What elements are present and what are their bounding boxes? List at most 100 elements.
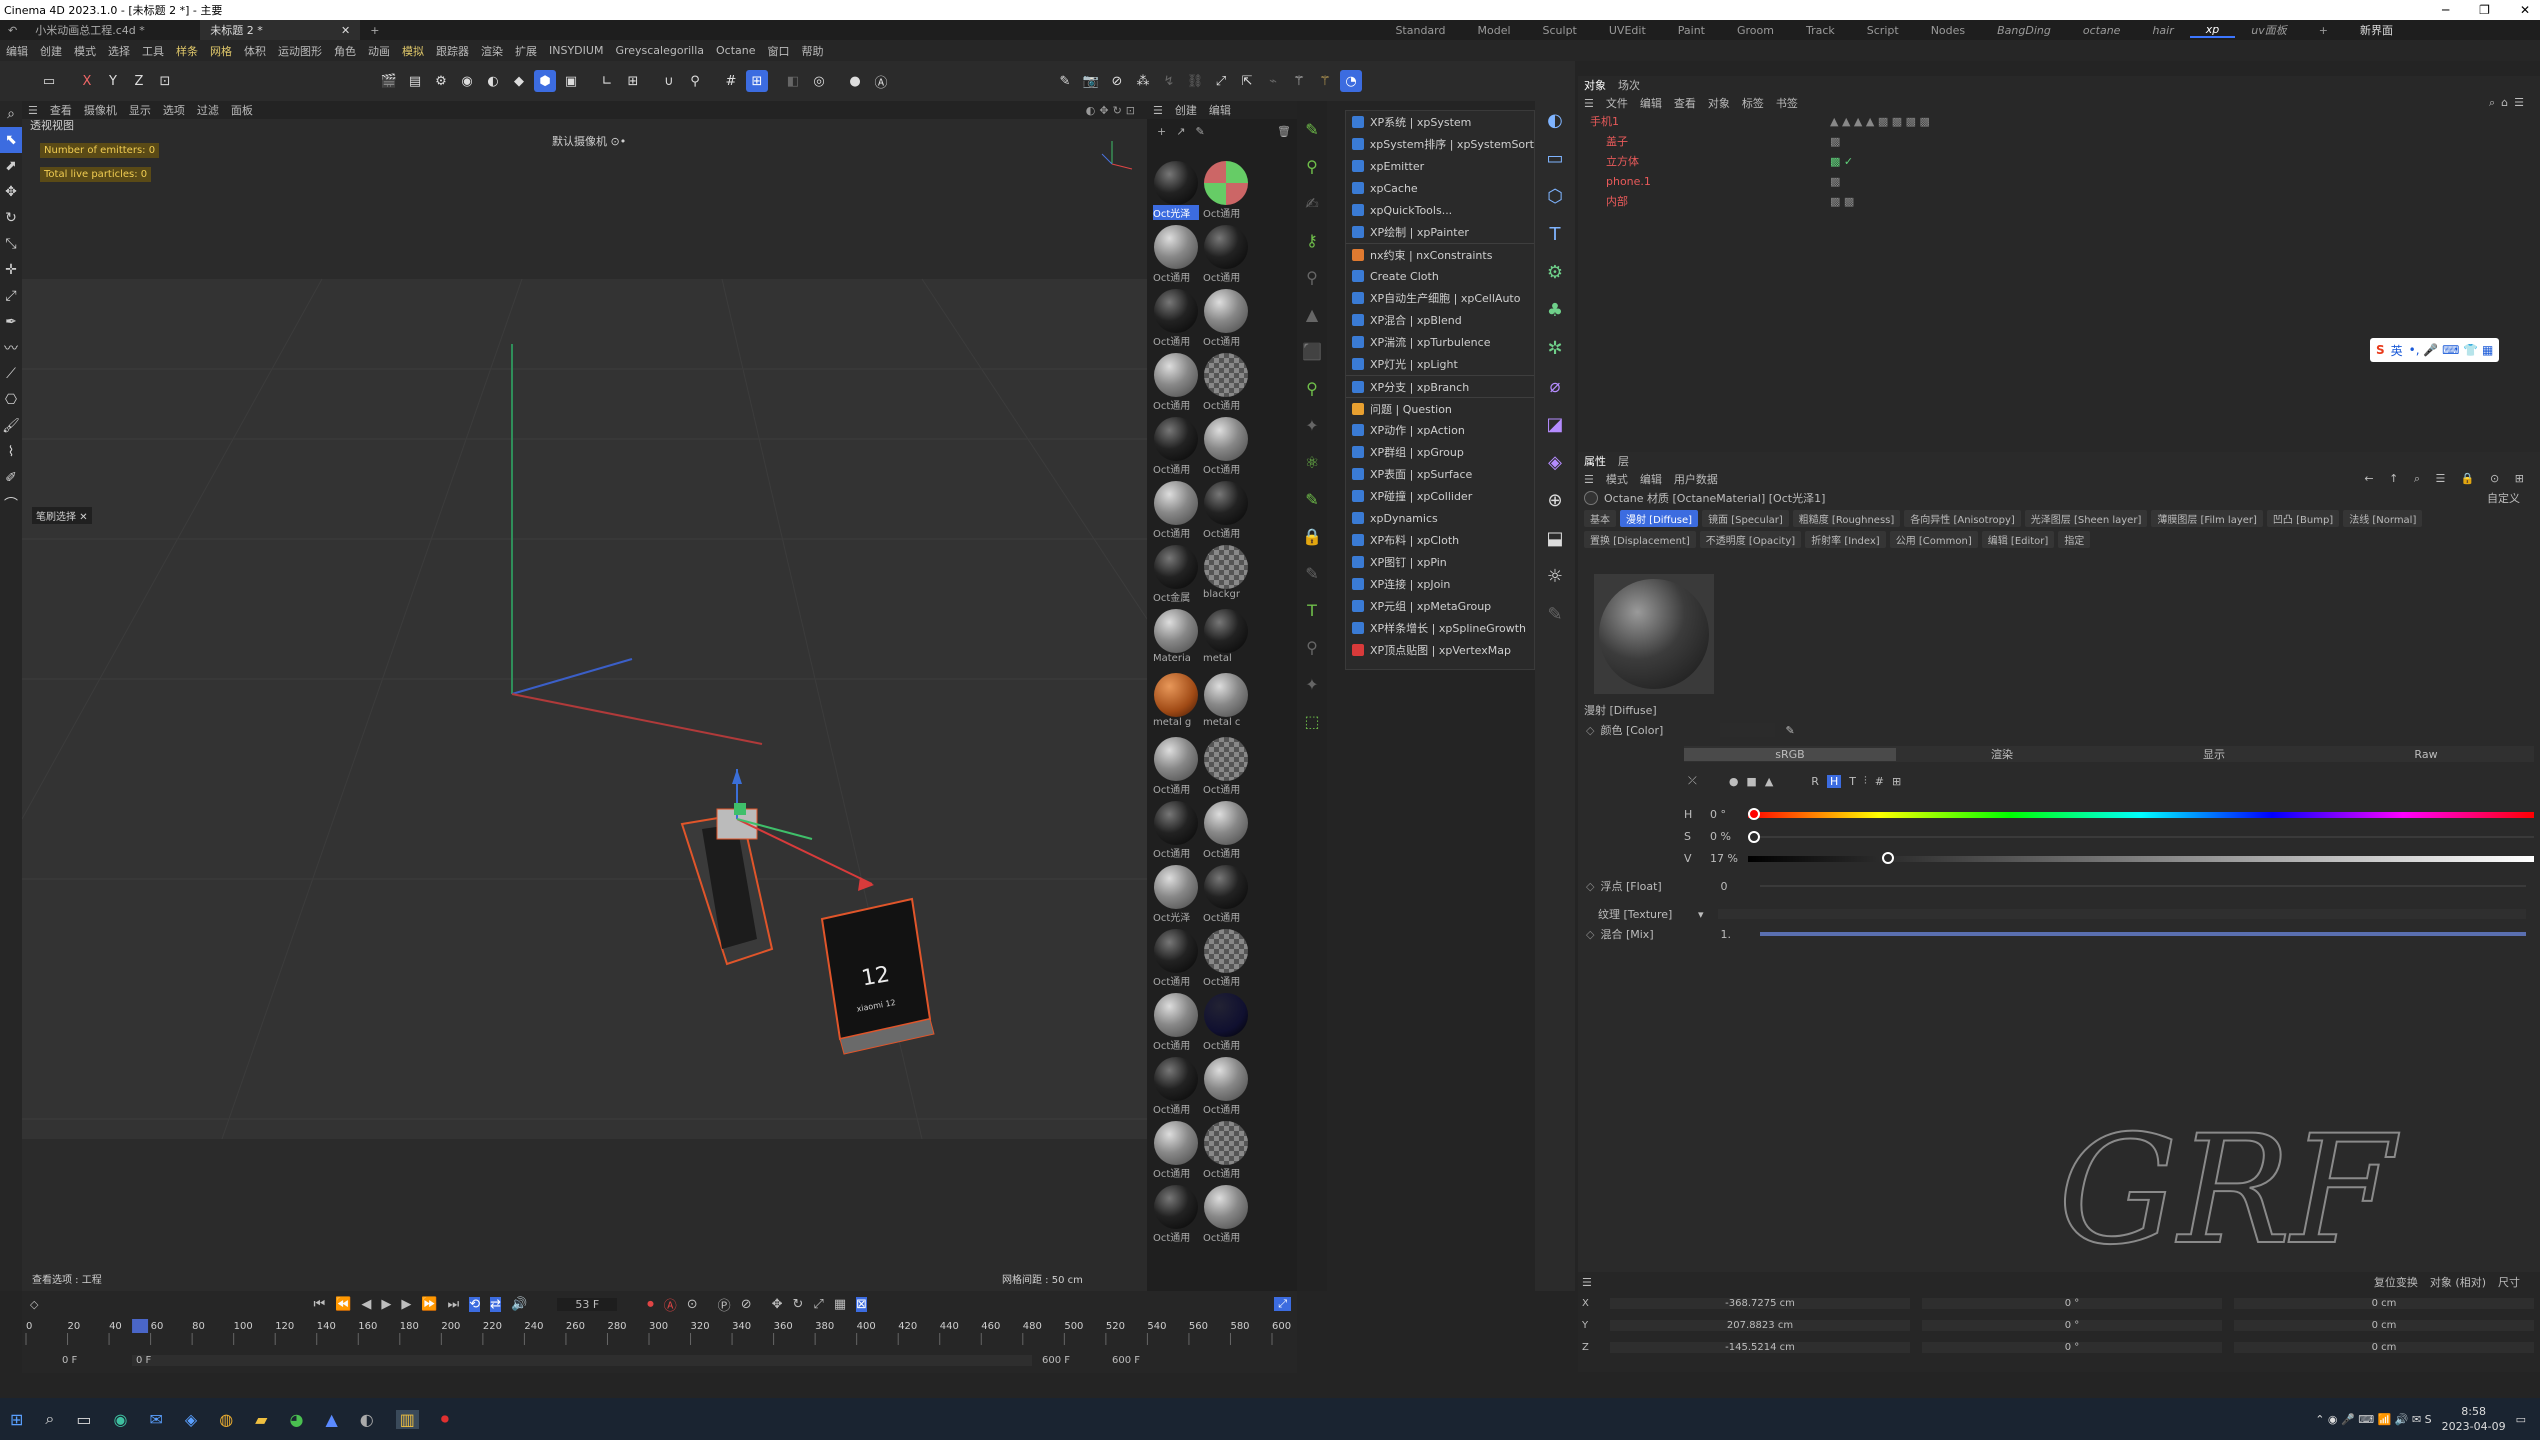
hue-value[interactable]: 0 ° xyxy=(1698,808,1748,821)
viewport-menu-item[interactable]: 过滤 xyxy=(191,102,225,118)
pen-icon[interactable]: ✒ xyxy=(0,309,22,335)
move-axis-icon[interactable]: ✛ xyxy=(0,257,22,283)
search-icon[interactable]: ⌕ xyxy=(0,101,22,127)
tab-attributes[interactable]: 属性 xyxy=(1578,453,1612,469)
task-view-icon[interactable]: ▭ xyxy=(76,1410,91,1429)
menu-item[interactable]: 动画 xyxy=(362,43,396,59)
menu-item[interactable]: 模拟 xyxy=(396,43,430,59)
time-ruler[interactable]: 0 20 40 60 80 100 120 140 160 180 200 220 240 260 280 3… xyxy=(22,1317,1297,1349)
undo-icon[interactable]: ↶ xyxy=(0,20,25,40)
camera-icon[interactable]: 📷 xyxy=(1080,70,1102,92)
menu-item[interactable]: 创建 xyxy=(34,43,68,59)
material-menu-icon[interactable]: ☰ xyxy=(1147,104,1169,117)
object-tags[interactable]: ▩ ▩ xyxy=(1830,192,1854,212)
mix-value[interactable]: 1. xyxy=(1720,928,1760,941)
model-mode-icon[interactable]: ◉ xyxy=(456,70,478,92)
a-icon[interactable]: Ⓐ xyxy=(870,70,892,92)
color-mode-srgb[interactable]: sRGB xyxy=(1684,747,1896,761)
coord-rot[interactable]: 0 ° xyxy=(1922,1341,2222,1353)
wheel-icon[interactable]: ● xyxy=(1729,775,1739,788)
scale-axis-icon[interactable]: ⤢ xyxy=(0,283,22,309)
eyedropper-icon[interactable]: ✎ xyxy=(1785,724,1794,737)
material-swatch[interactable]: Oct金属 xyxy=(1153,545,1199,607)
object-menu-item[interactable]: 查看 xyxy=(1668,95,1702,111)
material-swatch[interactable]: Oct通用 xyxy=(1153,929,1199,991)
viewport-nav-icons[interactable]: ◐✥↻⊡ xyxy=(1086,104,1147,117)
layout-script[interactable]: Script xyxy=(1851,24,1915,37)
reset-transform-button[interactable]: 复位变换 xyxy=(2368,1274,2424,1290)
material-preview[interactable] xyxy=(1594,574,1714,694)
sound-icon[interactable]: 🔊 xyxy=(511,1297,527,1312)
layout-standard[interactable]: Standard xyxy=(1379,24,1461,37)
object-tags[interactable]: ▩ xyxy=(1830,132,1840,152)
tab-anisotropy[interactable]: 各向异性 [Anisotropy] xyxy=(1904,510,2021,527)
tab-assign[interactable]: 指定 xyxy=(2058,531,2091,548)
add-tab-icon[interactable]: + xyxy=(360,20,389,40)
menu-item[interactable]: 选择 xyxy=(102,43,136,59)
menu-item[interactable]: 体积 xyxy=(238,43,272,59)
minimize-button[interactable]: ─ xyxy=(2442,3,2449,17)
arrow-icon[interactable]: ↯ xyxy=(1158,70,1180,92)
current-frame-field[interactable]: 53 F xyxy=(557,1297,618,1311)
layout-hair[interactable]: hair xyxy=(2136,24,2189,37)
close-tab-icon[interactable]: ✕ xyxy=(341,24,350,37)
chrome-icon[interactable]: ◍ xyxy=(219,1410,233,1429)
object-menu-item[interactable]: 标签 xyxy=(1736,95,1770,111)
object-row[interactable]: 手机1 ▲ ▲ ▲ ▲ ▩ ▩ ▩ ▩ xyxy=(1590,112,2540,132)
render-picture-icon[interactable]: ▤ xyxy=(404,70,426,92)
next-key-icon[interactable]: ⏩ xyxy=(421,1297,437,1312)
object-row[interactable]: phone.1 ▩ xyxy=(1590,172,2540,192)
pla-key-icon[interactable]: ⊠ xyxy=(856,1296,868,1312)
material-swatch[interactable]: Oct通用 xyxy=(1153,417,1199,479)
viewport-menu-icon[interactable]: ☰ xyxy=(22,104,44,117)
texture-slot[interactable] xyxy=(1718,909,2526,919)
viewport[interactable]: ☰ 查看 摄像机 显示 选项 过滤 面板 ◐✥↻⊡ 透视视图 默认摄像机 ⊙• xyxy=(22,101,1147,1291)
coord-menu-icon[interactable]: ☰ xyxy=(1582,1276,1592,1289)
tab-sheen[interactable]: 光泽图层 [Sheen layer] xyxy=(2024,510,2148,527)
material-swatch[interactable]: blackgr xyxy=(1203,545,1249,607)
render-view-icon[interactable]: 🎬 xyxy=(378,70,400,92)
motion-icon[interactable]: ✥ xyxy=(772,1297,783,1312)
z-axis-lock-icon[interactable]: Z xyxy=(128,70,150,92)
plugin-menu-item[interactable]: 问题 | Question xyxy=(1346,397,1534,419)
material-swatch[interactable]: Oct光泽 xyxy=(1153,161,1199,223)
menu-item[interactable]: 跟踪器 xyxy=(430,43,475,59)
layout-nodes[interactable]: Nodes xyxy=(1915,24,1981,37)
octane-icon[interactable]: ● xyxy=(844,70,866,92)
go-to-end-icon[interactable]: ⏭ xyxy=(448,1297,460,1312)
max-frame-field[interactable]: 600 F xyxy=(1042,1355,1092,1366)
min-frame-field[interactable]: 0 F xyxy=(132,1354,1032,1366)
scale-icon[interactable]: ⤡ xyxy=(0,231,22,257)
material-swatch[interactable]: Oct通用 xyxy=(1203,353,1249,415)
coord-rot[interactable]: 0 ° xyxy=(1922,1297,2222,1309)
mix-slider[interactable] xyxy=(1760,932,2526,936)
spline-icon[interactable]: 〰 xyxy=(0,335,22,361)
c4d-taskbar-icon[interactable]: ◐ xyxy=(360,1410,374,1429)
plugin-menu-item[interactable]: XP元组 | xpMetaGroup xyxy=(1346,595,1534,617)
plugin-menu-item[interactable]: xpDynamics xyxy=(1346,507,1534,529)
preset-dropdown[interactable]: 自定义 xyxy=(2487,490,2540,506)
keyframe-selection-icon[interactable]: ⊙ xyxy=(687,1297,698,1312)
material-swatch[interactable]: Oct通用 xyxy=(1203,289,1249,351)
tab-objects[interactable]: 对象 xyxy=(1578,77,1612,93)
tab-roughness[interactable]: 粗糙度 [Roughness] xyxy=(1792,510,1901,527)
start-frame-field[interactable]: 0 F xyxy=(62,1355,132,1366)
saturation-slider[interactable] xyxy=(1748,830,2534,843)
joint-icon[interactable]: ⚚ xyxy=(1314,70,1336,92)
playhead[interactable] xyxy=(132,1319,149,1333)
extrude-icon[interactable]: ⎔ xyxy=(0,387,22,413)
prev-frame-icon[interactable]: ◀ xyxy=(361,1297,371,1312)
clock[interactable]: 8:58 2023-04-09 xyxy=(2442,1404,2506,1434)
material-menu-item[interactable]: 编辑 xyxy=(1203,102,1237,118)
plugin-menu-item[interactable]: XP图钉 | xpPin xyxy=(1346,551,1534,573)
pingpong-icon[interactable]: ⇄ xyxy=(490,1296,502,1312)
viewport-menu-item[interactable]: 面板 xyxy=(225,102,259,118)
field-icon[interactable]: ◪ xyxy=(1535,405,1575,443)
coord-pos[interactable]: 207.8823 cm xyxy=(1610,1319,1910,1331)
plugin-menu-item[interactable]: XP绘制 | xpPainter xyxy=(1346,221,1534,243)
record-icon[interactable]: ⏺ xyxy=(647,1297,654,1312)
plugin-menu-item[interactable]: XP灯光 | xpLight xyxy=(1346,353,1534,375)
mixer-icon[interactable]: ⫶ xyxy=(1864,774,1867,788)
tab-editor[interactable]: 编辑 [Editor] xyxy=(1981,531,2055,548)
plugin-menu-item[interactable]: nx约束 | nxConstraints xyxy=(1346,243,1534,265)
